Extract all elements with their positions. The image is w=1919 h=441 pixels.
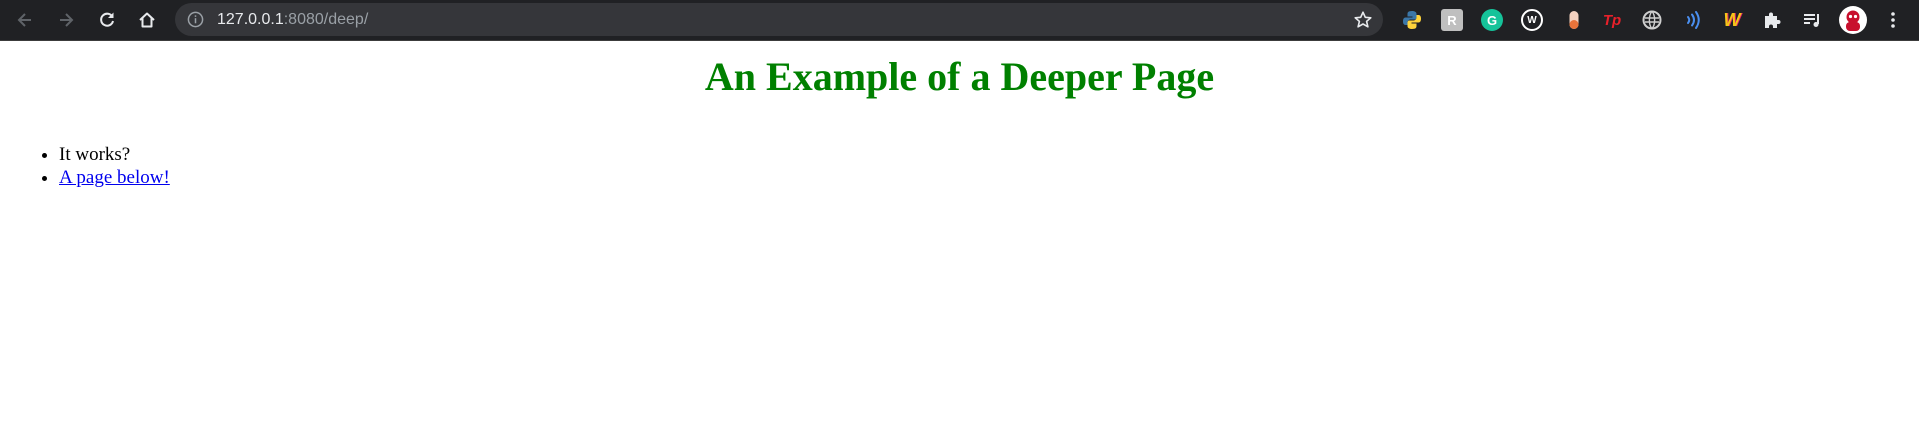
arrow-left-icon (17, 13, 31, 27)
w-circle-icon[interactable]: W (1521, 9, 1543, 31)
item-list: It works? A page below! (0, 143, 170, 189)
list-item-text: It works? (59, 144, 131, 165)
python-icon[interactable] (1401, 9, 1423, 31)
list-item: It works? (59, 143, 170, 166)
arrow-right-icon (60, 13, 74, 27)
back-button[interactable] (10, 5, 40, 35)
globe-icon[interactable] (1641, 9, 1663, 31)
list-item: A page below! (59, 166, 170, 189)
url-host: 127.0.0.1 (217, 11, 284, 28)
profile-avatar[interactable] (1839, 6, 1867, 34)
media-queue-icon[interactable] (1801, 9, 1823, 31)
wifi-waves-icon[interactable] (1681, 9, 1703, 31)
page-content: An Example of a Deeper Page It works? A … (0, 41, 1919, 441)
tp-icon[interactable]: Tp (1601, 9, 1623, 31)
puzzle-icon[interactable] (1761, 9, 1783, 31)
url-text[interactable]: 127.0.0.1:8080/deep/ (217, 3, 368, 36)
star-icon[interactable] (1353, 10, 1373, 30)
home-icon (139, 12, 155, 28)
reload-icon (100, 12, 114, 27)
reload-button[interactable] (92, 5, 122, 35)
pill-icon[interactable] (1563, 9, 1585, 31)
browser-toolbar: 127.0.0.1:8080/deep/ R G W Tp W (0, 0, 1919, 41)
r-icon[interactable]: R (1441, 9, 1463, 31)
url-path: :8080/deep/ (283, 11, 369, 28)
grammarly-icon[interactable]: G (1481, 9, 1503, 31)
forward-button[interactable] (51, 5, 81, 35)
home-button[interactable] (132, 5, 162, 35)
info-icon[interactable] (187, 11, 204, 28)
address-bar[interactable]: 127.0.0.1:8080/deep/ (175, 3, 1383, 36)
w-logo-icon[interactable]: W (1721, 9, 1743, 31)
page-below-link[interactable]: A page below! (59, 167, 170, 188)
kebab-menu-icon[interactable] (1882, 9, 1904, 31)
page-title: An Example of a Deeper Page (704, 54, 1215, 99)
